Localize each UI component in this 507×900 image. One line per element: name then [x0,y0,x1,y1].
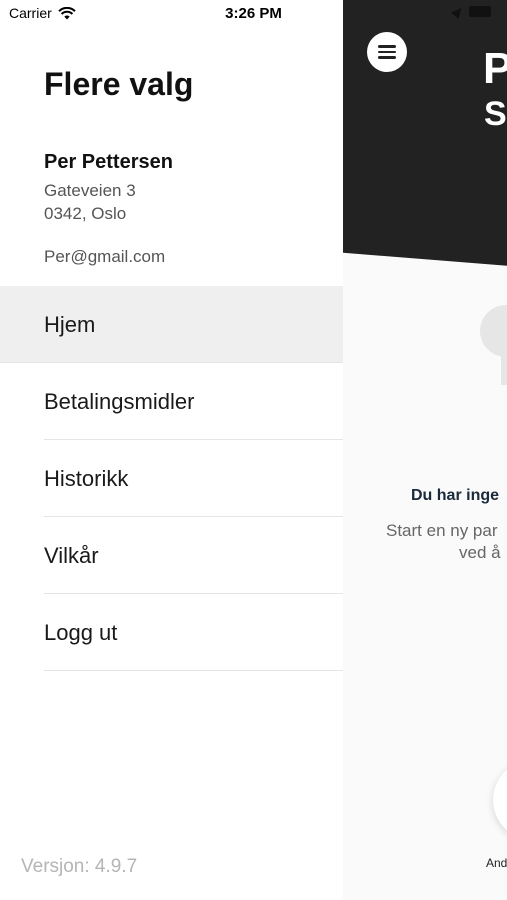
drawer-menu: Hjem Betalingsmidler Historikk Vilkår Lo… [0,286,343,671]
hero-title: P [483,44,507,93]
menu-item-label: Betalingsmidler [44,388,195,414]
menu-button[interactable] [367,32,407,72]
action-button[interactable] [493,760,507,840]
user-city: 0342, Oslo [44,204,127,223]
menu-item-hjem[interactable]: Hjem [0,286,343,363]
menu-item-label: Historikk [44,465,129,491]
status-time: 3:26 PM [225,5,282,22]
drawer-title: Flere valg [44,66,194,102]
hero-header: P S [343,0,507,270]
empty-state-icon-stem [501,340,507,385]
main-panel[interactable]: P S Du har inge Start en ny par ved å An… [343,0,507,900]
empty-state-title: Du har inge [411,487,500,504]
menu-item-label: Vilkår [44,542,99,568]
app-version: Versjon: 4.9.7 [21,856,138,877]
user-street: Gateveien 3 [44,181,136,200]
hamburger-icon [378,45,396,48]
menu-item-vilkar[interactable]: Vilkår [0,517,343,594]
hamburger-icon-line [378,56,396,59]
hero-subtitle: S [484,95,507,133]
side-drawer: Carrier Flere valg Per Pettersen Gatevei… [0,0,343,900]
action-button-label: And [486,856,507,870]
hamburger-icon-line [378,50,396,54]
menu-item-betalingsmidler[interactable]: Betalingsmidler [0,363,343,440]
menu-item-label: Logg ut [44,619,118,645]
menu-item-historikk[interactable]: Historikk [0,440,343,517]
empty-state-text: Start en ny par [386,521,498,540]
user-name: Per Pettersen [44,151,173,173]
user-email: Per@gmail.com [44,247,166,266]
menu-item-label: Hjem [44,311,96,337]
empty-state-text: ved å [459,543,501,562]
menu-item-logg-ut[interactable]: Logg ut [0,594,343,671]
hero-diagonal-edge [343,252,507,328]
